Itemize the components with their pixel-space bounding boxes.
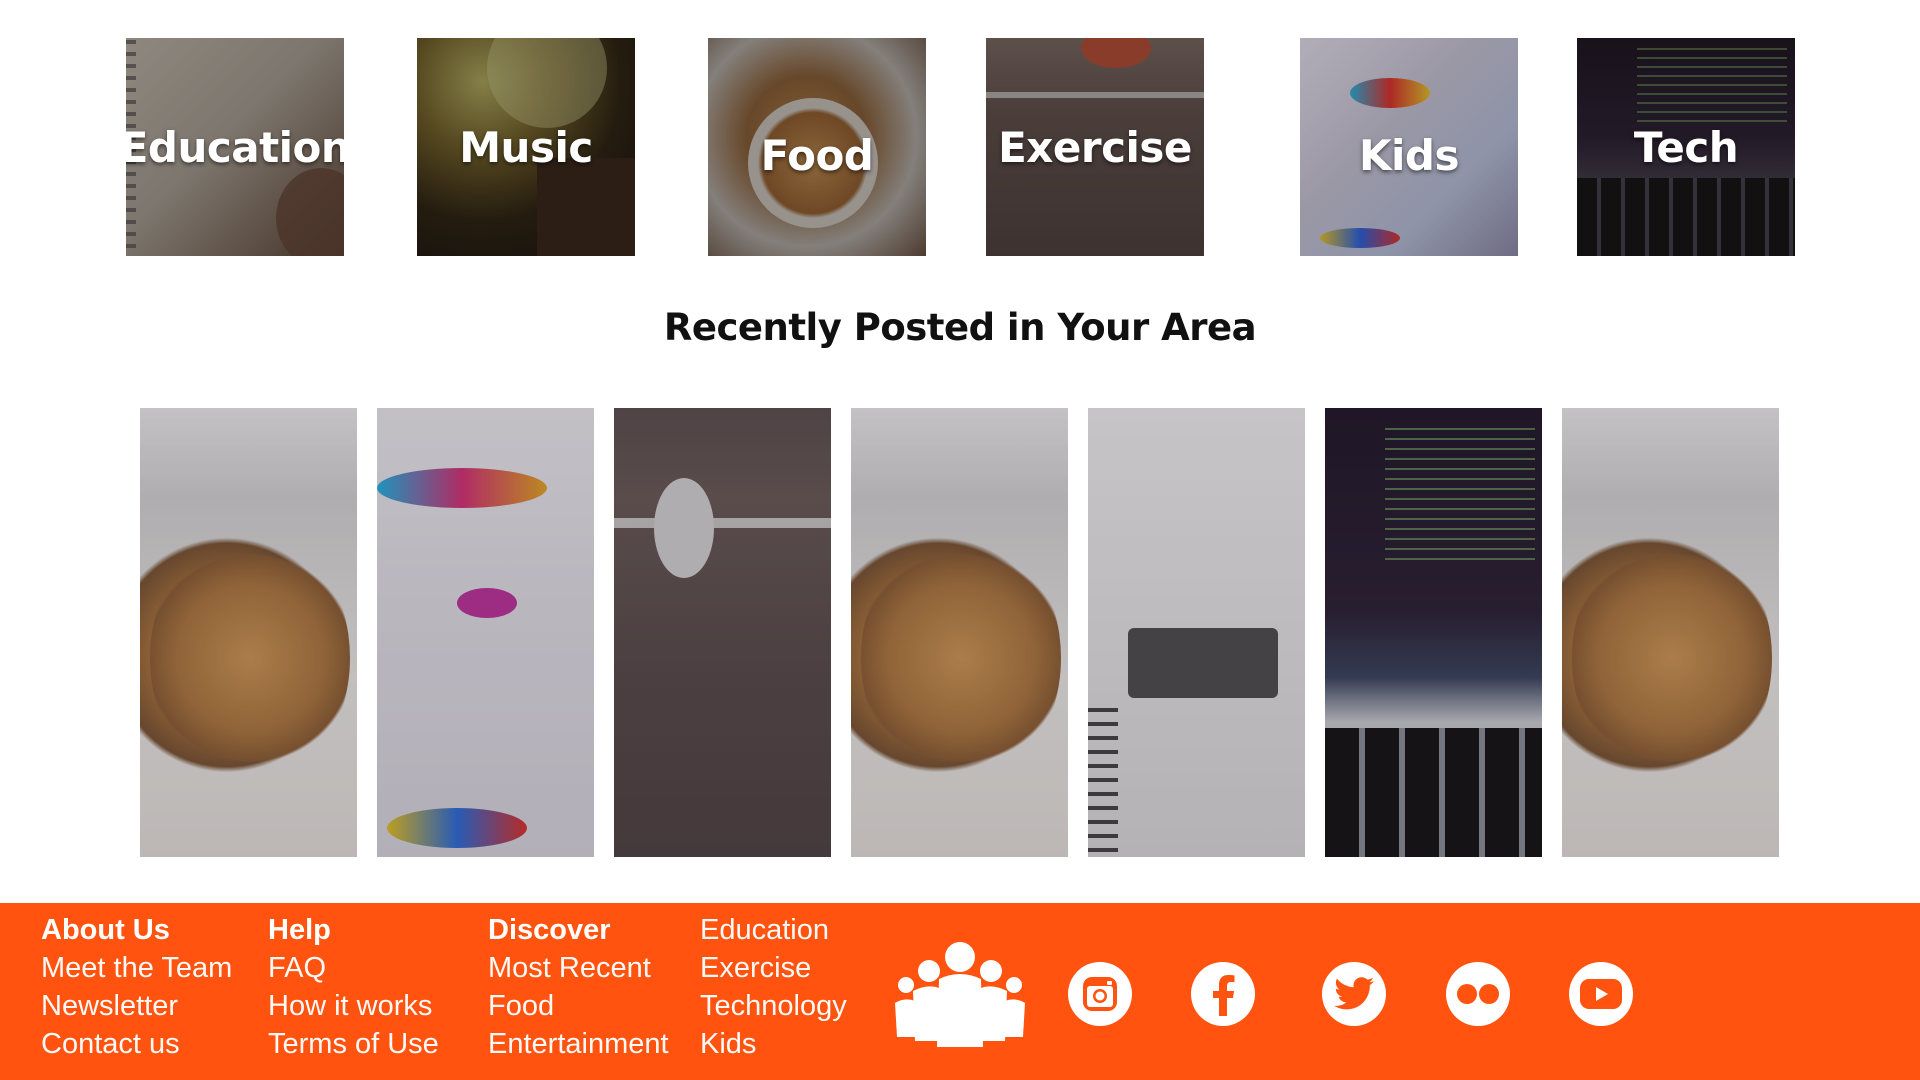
instagram-icon[interactable] [1068,962,1132,1026]
recent-post-card[interactable] [1562,408,1779,857]
category-label: Tech [1633,122,1739,172]
flickr-icon[interactable] [1446,962,1510,1026]
footer-column-help: Help FAQ How it works Terms of Use [268,911,439,1063]
footer-link-most-recent[interactable]: Most Recent [488,949,669,987]
footer-link-education[interactable]: Education [700,911,847,949]
footer-link-technology[interactable]: Technology [700,987,847,1025]
facebook-icon[interactable] [1191,962,1255,1026]
recent-post-card[interactable] [1088,408,1305,857]
footer-link-food[interactable]: Food [488,987,669,1025]
category-tile-exercise[interactable]: Exercise [986,38,1204,256]
section-title: Recently Posted in Your Area [663,306,1257,349]
footer-heading: About Us [41,914,170,946]
footer-link-meet-the-team[interactable]: Meet the Team [41,949,232,987]
category-tile-food[interactable]: Food [708,38,926,256]
footer-link-terms-of-use[interactable]: Terms of Use [268,1025,439,1063]
footer-link-entertainment[interactable]: Entertainment [488,1025,669,1063]
youtube-icon[interactable] [1569,962,1633,1026]
category-tile-tech[interactable]: Tech [1577,38,1795,256]
category-label: Exercise [998,122,1192,172]
footer-link-how-it-works[interactable]: How it works [268,987,439,1025]
category-label: Education [126,122,344,172]
twitter-icon[interactable] [1322,962,1386,1026]
footer-column-about: About Us Meet the Team Newsletter Contac… [41,911,232,1063]
category-tile-education[interactable]: Education [126,38,344,256]
footer-link-newsletter[interactable]: Newsletter [41,987,232,1025]
footer-heading: Help [268,914,331,946]
category-label: Food [760,130,874,180]
footer-link-faq[interactable]: FAQ [268,949,439,987]
category-label: Music [459,122,593,172]
footer-link-exercise[interactable]: Exercise [700,949,847,987]
community-icon[interactable] [895,941,1025,1051]
category-tile-kids[interactable]: Kids [1300,38,1518,256]
recent-post-card[interactable] [377,408,594,857]
recent-post-card[interactable] [140,408,357,857]
recent-post-card[interactable] [851,408,1068,857]
recent-post-card[interactable] [614,408,831,857]
footer-heading: Discover [488,914,611,946]
footer-link-kids[interactable]: Kids [700,1025,847,1063]
footer: About Us Meet the Team Newsletter Contac… [0,903,1920,1080]
footer-link-contact-us[interactable]: Contact us [41,1025,232,1063]
category-label: Kids [1358,130,1460,180]
footer-column-categories: Education Exercise Technology Kids [700,911,847,1063]
recent-post-card[interactable] [1325,408,1542,857]
category-tile-music[interactable]: Music [417,38,635,256]
footer-column-discover: Discover Most Recent Food Entertainment [488,911,669,1063]
